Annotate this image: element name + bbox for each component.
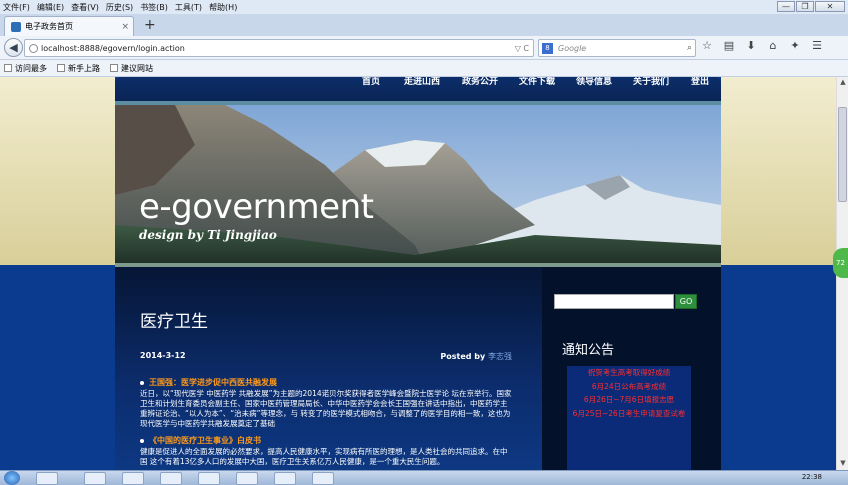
banner-subtitle: design by Ti Jingjiao (139, 228, 277, 242)
nav-logout[interactable]: 登出 (691, 77, 709, 87)
url-text[interactable]: localhost:8888/egovern/login.action (41, 44, 515, 53)
taskbar-app[interactable] (160, 472, 182, 485)
bookmark-most-visited[interactable]: 访问最多 (4, 63, 47, 74)
banner-title: e-government (139, 187, 374, 227)
nav-about[interactable]: 关于我们 (633, 77, 669, 87)
clock: 22:38 (801, 473, 822, 481)
nav-shanxi[interactable]: 走进山西 (404, 77, 440, 87)
taskbar: 22:38 (0, 470, 848, 485)
site-search-input[interactable] (554, 294, 674, 309)
banner: e-government design by Ti Jingjiao (115, 105, 721, 265)
close-window-button[interactable]: ✕ (815, 1, 845, 12)
menu-history[interactable]: 历史(S) (106, 2, 133, 13)
sidebar: GO 通知公告 祝贺考生高考取得好成绩 6月24日公布高考成绩 6月26日~7月… (542, 267, 721, 470)
background-lower-right (721, 265, 836, 470)
bookmark-icon (57, 64, 65, 72)
article-body: 健康是促进人的全面发展的必然要求，提高人民健康水平，实现病有所医的理想，是人类社… (140, 447, 508, 466)
taskbar-app[interactable] (36, 472, 58, 485)
posted-by: Posted by 李志强 (440, 351, 512, 362)
article-title[interactable]: 王国强：医学进步促中西医共融发展 (140, 377, 512, 388)
search-engine-icon[interactable]: 8 (542, 42, 553, 54)
post-date: 2014-3-12 (140, 351, 186, 360)
notice-item[interactable]: 6月26日~7月6日填报志愿 (567, 393, 691, 407)
bookmark-suggested[interactable]: 建议网站 (110, 63, 153, 74)
reload-icon[interactable]: ▽ C (515, 44, 529, 53)
clipboard-icon[interactable]: ▤ (722, 39, 736, 52)
article: 王国强：医学进步促中西医共融发展 近日，以“现代医学 中医药学 共融发展”为主题… (140, 377, 512, 429)
nav-gov-affairs[interactable]: 政务公开 (462, 77, 498, 87)
home-icon[interactable]: ⌂ (766, 39, 780, 52)
nav-home[interactable]: 首页 (362, 77, 380, 87)
address-bar[interactable]: localhost:8888/egovern/login.action ▽ C (24, 39, 534, 57)
navigation-bar: ◀ localhost:8888/egovern/login.action ▽ … (0, 36, 848, 60)
menu-file[interactable]: 文件(F) (3, 2, 30, 13)
article-body: 近日，以“现代医学 中医药学 共融发展”为主题的2014诺贝尔奖获得者医学峰会暨… (140, 389, 512, 428)
menu-bookmarks[interactable]: 书签(B) (140, 2, 168, 13)
page-viewport: 首页 走进山西 政务公开 文件下载 领导信息 关于我们 登出 e-governm… (0, 77, 836, 470)
back-button[interactable]: ◀ (4, 38, 23, 57)
menu-bar: 文件(F) 编辑(E) 查看(V) 历史(S) 书签(B) 工具(T) 帮助(H… (0, 0, 848, 14)
star-icon[interactable]: ☆ (700, 39, 714, 52)
new-tab-button[interactable]: + (144, 17, 156, 33)
bookmark-icon (110, 64, 118, 72)
tab-bar: 电子政务首页 × + (0, 14, 848, 36)
taskbar-app[interactable] (122, 472, 144, 485)
page-icon (11, 21, 21, 32)
bullet-icon (140, 380, 144, 385)
download-icon[interactable]: ⬇ (744, 39, 758, 52)
minimize-button[interactable]: — (777, 1, 795, 12)
scrollbar-thumb[interactable] (838, 107, 847, 202)
notice-list: 祝贺考生高考取得好成绩 6月24日公布高考成绩 6月26日~7月6日填报志愿 6… (567, 366, 691, 470)
background-right (721, 77, 836, 265)
toolbar-icons: ☆ ▤ ⬇ ⌂ ✦ ☰ (700, 39, 824, 52)
bookmark-icon (4, 64, 12, 72)
search-bar[interactable]: 8 Google ⌕ (538, 39, 696, 57)
taskbar-app[interactable] (274, 472, 296, 485)
nav-leaders[interactable]: 领导信息 (576, 77, 612, 87)
taskbar-app[interactable] (84, 472, 106, 485)
bookmark-getting-started[interactable]: 新手上路 (57, 63, 100, 74)
bullet-icon (140, 438, 144, 443)
side-badge[interactable]: 72 (833, 248, 848, 278)
posted-by-label: Posted by (440, 352, 486, 361)
scroll-down-icon[interactable]: ▼ (838, 459, 848, 469)
nav-downloads[interactable]: 文件下载 (519, 77, 555, 87)
taskbar-app[interactable] (198, 472, 220, 485)
background-left (0, 77, 115, 265)
tab-title: 电子政务首页 (25, 22, 73, 31)
main-content: 医疗卫生 2014-3-12 Posted by 李志强 王国强：医学进步促中西… (115, 267, 542, 470)
menu-view[interactable]: 查看(V) (71, 2, 99, 13)
restore-button[interactable]: ❐ (796, 1, 814, 12)
menu-edit[interactable]: 编辑(E) (37, 2, 64, 13)
tab-home[interactable]: 电子政务首页 × (4, 16, 134, 36)
addon-icon[interactable]: ✦ (788, 39, 802, 52)
start-button-icon[interactable] (4, 471, 20, 485)
article-title[interactable]: 《中国的医疗卫生事业》白皮书 (140, 435, 512, 446)
menu-tools[interactable]: 工具(T) (175, 2, 202, 13)
notice-item[interactable]: 6月25日~26日考生申请复查试卷 (567, 407, 691, 421)
notice-title: 通知公告 (562, 343, 615, 358)
site-nav: 首页 走进山西 政务公开 文件下载 领导信息 关于我们 登出 (115, 77, 721, 101)
taskbar-app[interactable] (236, 472, 258, 485)
section-title: 医疗卫生 (140, 312, 208, 332)
scroll-up-icon[interactable]: ▲ (838, 78, 848, 88)
search-go-button[interactable]: GO (675, 294, 697, 309)
search-icon[interactable]: ⌕ (687, 43, 692, 53)
article: 《中国的医疗卫生事业》白皮书 健康是促进人的全面发展的必然要求，提高人民健康水平… (140, 435, 512, 467)
taskbar-app[interactable] (312, 472, 334, 485)
bookmarks-bar: 访问最多 新手上路 建议网站 (0, 60, 848, 77)
menu-help[interactable]: 帮助(H) (209, 2, 237, 13)
globe-icon (29, 43, 38, 53)
menu-icon[interactable]: ☰ (810, 39, 824, 52)
arrow-left-icon: ◀ (9, 41, 18, 54)
author-link[interactable]: 李志强 (488, 352, 512, 361)
notice-item[interactable]: 祝贺考生高考取得好成绩 (567, 366, 691, 380)
background-lower-left (0, 265, 115, 470)
search-placeholder[interactable]: Google (558, 44, 687, 53)
tab-close-icon[interactable]: × (121, 22, 129, 32)
notice-item[interactable]: 6月24日公布高考成绩 (567, 380, 691, 394)
